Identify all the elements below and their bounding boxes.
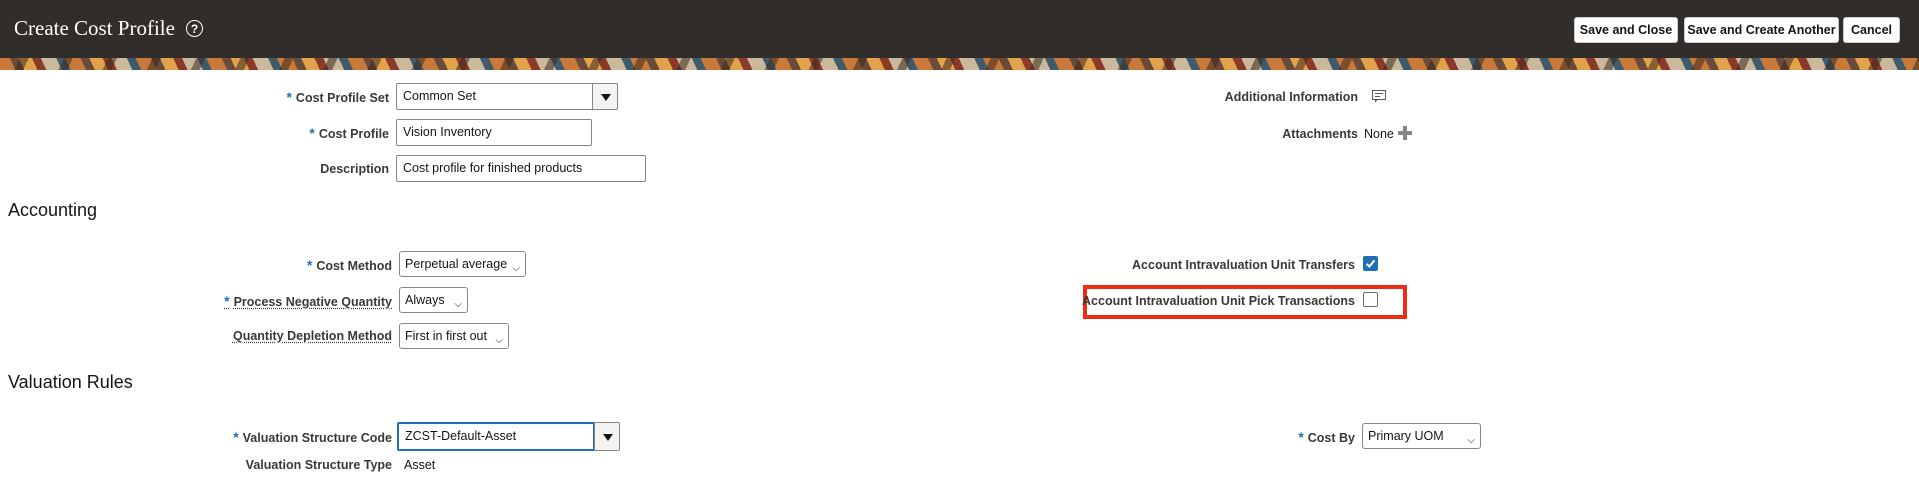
save-and-create-another-button[interactable]: Save and Create Another <box>1684 17 1839 43</box>
valuation-structure-type-value: Asset <box>404 458 436 472</box>
intravaluation-transfers-checkbox[interactable] <box>1363 256 1378 271</box>
quantity-depletion-method-select[interactable]: First in first out ⌵ <box>399 323 509 349</box>
attachments-label: Attachments <box>1282 127 1358 141</box>
cost-profile-set-label: * Cost Profile Set <box>286 89 389 105</box>
valuation-structure-code-label: * Valuation Structure Code <box>233 429 392 445</box>
cost-profile-label: * Cost Profile <box>309 125 389 141</box>
cost-profile-set-input[interactable]: Common Set <box>396 83 593 110</box>
additional-information-label: Additional Information <box>1224 90 1358 104</box>
accounting-section-title: Accounting <box>8 200 98 220</box>
cancel-label: Cancel <box>1851 23 1892 37</box>
intravaluation-transfers-label: Account Intravaluation Unit Transfers <box>1132 258 1355 272</box>
cost-by-select[interactable]: Primary UOM ⌵ <box>1362 423 1481 449</box>
cost-method-select[interactable]: Perpetual average ⌵ <box>399 251 526 277</box>
checkmark-icon <box>1365 259 1376 268</box>
required-marker: * <box>233 429 239 445</box>
chevron-down-icon: ⌵ <box>495 335 503 346</box>
valuation-structure-code-dropdown-button[interactable] <box>594 422 620 451</box>
page-header: Create Cost Profile ? Save and Close Sav… <box>0 0 1919 58</box>
cancel-button[interactable]: Cancel <box>1843 17 1900 43</box>
save-and-close-label: Save and Close <box>1579 23 1673 37</box>
description-input[interactable]: Cost profile for finished products <box>396 155 646 182</box>
description-label: Description <box>320 162 389 176</box>
save-and-close-button[interactable]: Save and Close <box>1574 17 1678 43</box>
cost-method-label: * Cost Method <box>306 257 392 273</box>
page-title: Create Cost Profile <box>14 16 175 40</box>
required-marker: * <box>224 293 230 309</box>
chevron-down-icon: ⌵ <box>512 263 520 274</box>
process-negative-quantity-select[interactable]: Always ⌵ <box>399 287 468 313</box>
required-marker: * <box>1298 429 1304 445</box>
required-marker: * <box>306 257 313 273</box>
form-edit-icon[interactable] <box>1372 90 1387 108</box>
triangle-down-icon <box>601 94 611 101</box>
valuation-structure-code-input[interactable]: ZCST-Default-Asset <box>397 422 595 451</box>
decorative-banner <box>0 58 1919 70</box>
cost-profile-input[interactable]: Vision Inventory <box>396 119 592 146</box>
save-and-create-another-label: Save and Create Another <box>1687 23 1836 37</box>
cost-by-label: * Cost By <box>1298 429 1355 445</box>
attachments-value: None <box>1364 127 1394 141</box>
chevron-down-icon: ⌵ <box>1467 435 1475 446</box>
cost-profile-set-dropdown-button[interactable] <box>592 83 618 110</box>
triangle-down-icon <box>603 434 613 441</box>
valuation-rules-section-title: Valuation Rules <box>8 372 133 392</box>
process-negative-quantity-label: * Process Negative Quantity <box>224 293 392 309</box>
required-marker: * <box>286 89 292 105</box>
required-marker: * <box>309 125 315 141</box>
help-circle-icon[interactable]: ? <box>186 20 203 37</box>
valuation-structure-type-label: Valuation Structure Type <box>245 458 392 472</box>
plus-icon[interactable] <box>1398 126 1412 145</box>
quantity-depletion-method-label: Quantity Depletion Method <box>232 329 392 343</box>
intravaluation-pick-checkbox[interactable] <box>1363 292 1378 307</box>
intravaluation-pick-label: Account Intravaluation Unit Pick Transac… <box>1082 294 1355 308</box>
chevron-down-icon: ⌵ <box>454 299 462 310</box>
